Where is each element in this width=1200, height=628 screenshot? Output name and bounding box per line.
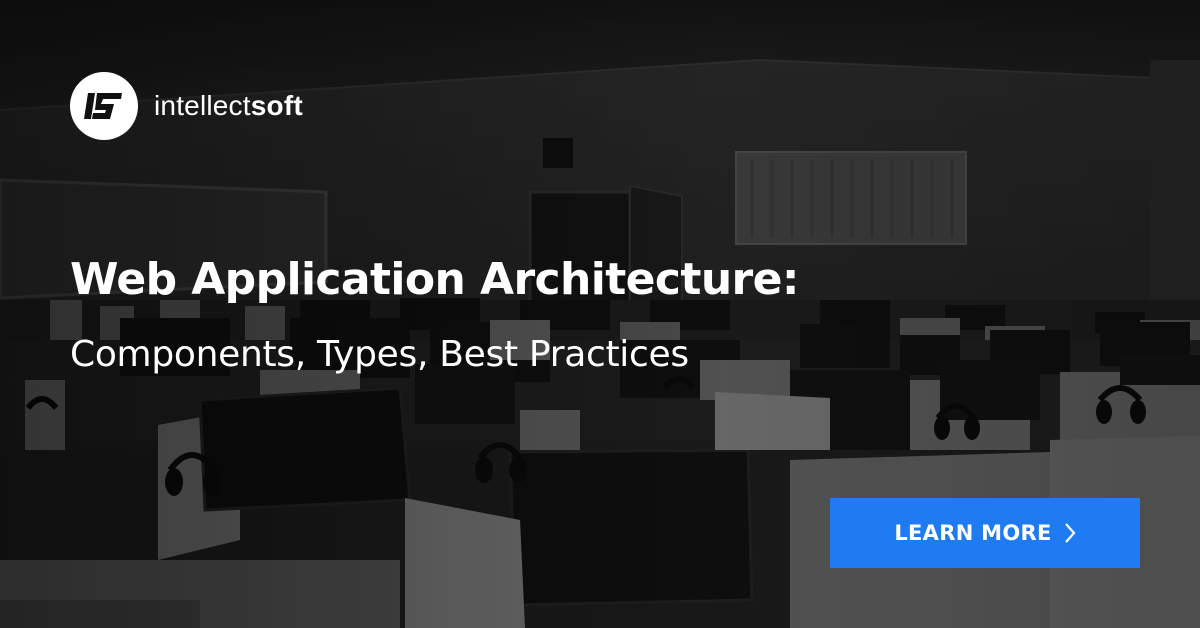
learn-more-label: LEARN MORE xyxy=(894,521,1052,545)
brand-wordmark: intellectsoft xyxy=(154,90,303,122)
brand-name-bold: soft xyxy=(250,90,303,121)
chevron-right-icon xyxy=(1064,522,1076,544)
page-title: Web Application Architecture: xyxy=(70,254,799,305)
learn-more-button[interactable]: LEARN MORE xyxy=(830,498,1140,568)
brand-name-light: intellect xyxy=(154,90,251,121)
brand-logo[interactable]: intellectsoft xyxy=(70,72,303,140)
page-subtitle: Components, Types, Best Practices xyxy=(70,334,689,375)
is-monogram-icon xyxy=(70,72,138,140)
